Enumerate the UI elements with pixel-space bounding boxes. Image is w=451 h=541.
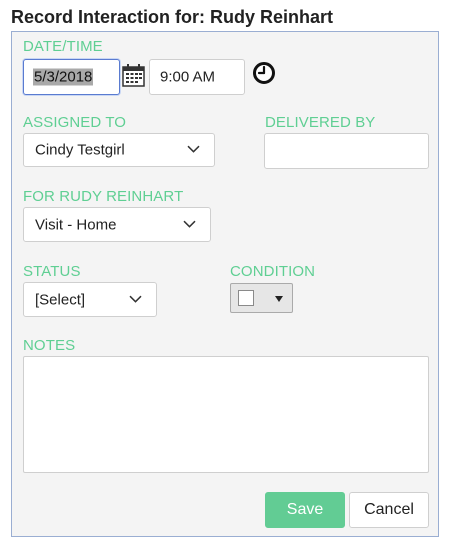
interaction-type-value: Visit - Home xyxy=(35,216,117,233)
assigned-to-select[interactable]: Cindy Testgirl xyxy=(23,133,215,167)
save-button-label: Save xyxy=(286,501,324,518)
condition-label: CONDITION xyxy=(230,263,316,280)
chevron-down-icon xyxy=(183,220,196,228)
assigned-to-value: Cindy Testgirl xyxy=(35,141,125,159)
chevron-down-icon xyxy=(187,145,200,153)
time-value: 9:00 AM xyxy=(160,68,216,86)
assigned-to-label: ASSIGNED TO xyxy=(23,114,127,131)
date-input[interactable]: 5/3/2018 xyxy=(23,59,120,95)
dialog-title: Record Interaction for: Rudy Reinhart xyxy=(11,7,334,27)
delivered-by-label: DELIVERED BY xyxy=(265,114,376,131)
chevron-down-icon xyxy=(129,295,142,303)
status-select[interactable]: [Select] xyxy=(23,282,157,317)
date-value: 5/3/2018 xyxy=(33,68,94,86)
notes-textarea[interactable] xyxy=(23,356,429,473)
cancel-button[interactable]: Cancel xyxy=(349,492,429,528)
caret-down-icon xyxy=(275,296,283,302)
condition-color-picker[interactable] xyxy=(230,283,293,313)
time-input[interactable]: 9:00 AM xyxy=(149,59,245,95)
save-button[interactable]: Save xyxy=(265,492,345,528)
notes-label: NOTES xyxy=(23,337,76,354)
datetime-label: DATE/TIME xyxy=(23,38,103,55)
calendar-icon[interactable] xyxy=(122,63,145,87)
condition-swatch xyxy=(238,290,254,306)
status-label: STATUS xyxy=(23,263,81,280)
status-value: [Select] xyxy=(35,291,86,308)
cancel-button-label: Cancel xyxy=(364,501,414,518)
for-person-label: FOR RUDY REINHART xyxy=(23,188,184,205)
interaction-form: DATE/TIME 5/3/2018 9:00 AM ASSIGNED TO C… xyxy=(11,31,439,537)
delivered-by-input[interactable] xyxy=(264,133,429,169)
interaction-type-select[interactable]: Visit - Home xyxy=(23,207,211,242)
clock-icon[interactable] xyxy=(252,61,276,85)
